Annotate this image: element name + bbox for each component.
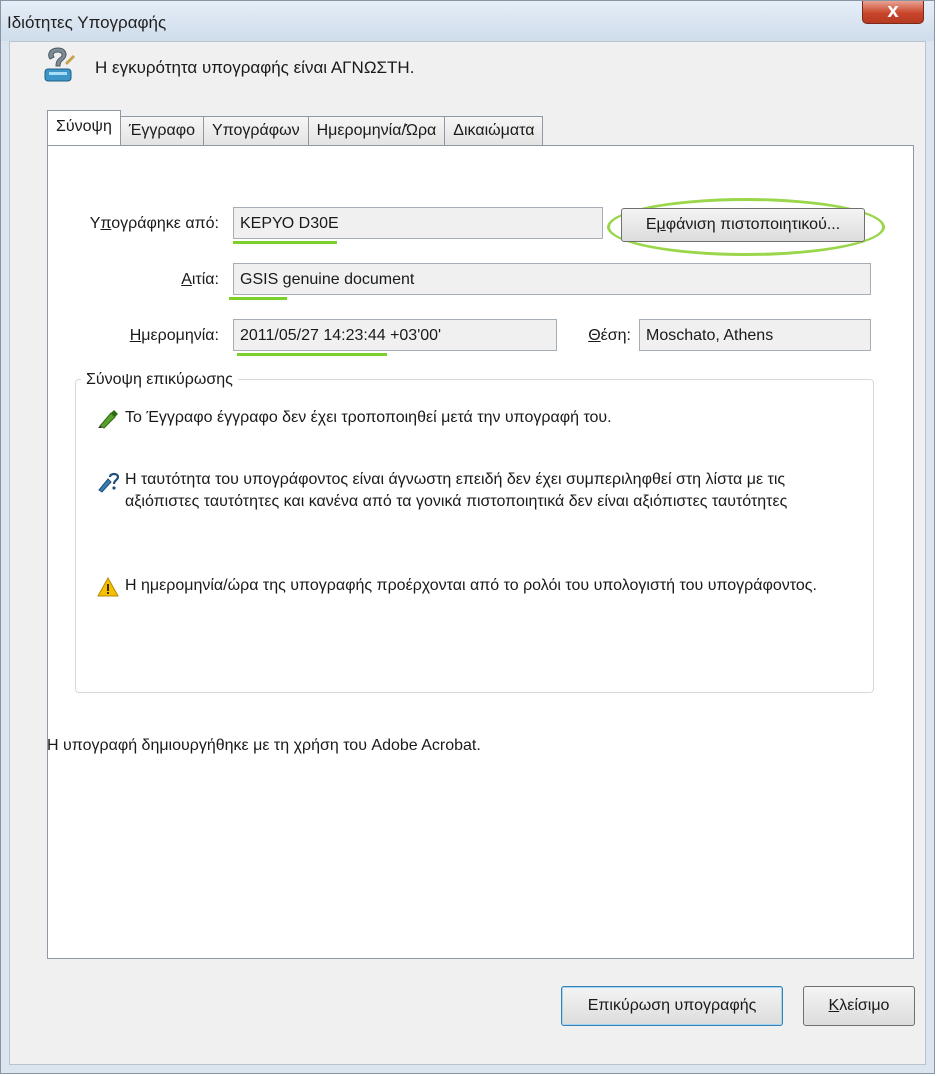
location-field[interactable]: Moschato, Athens xyxy=(639,319,871,351)
validity-item-identity: Η ταυτότητα του υπογράφοντος είναι άγνωσ… xyxy=(97,469,845,513)
tab-date-time[interactable]: Ημερομηνία/Ώρα xyxy=(307,116,446,145)
date-field[interactable]: 2011/05/27 14:23:44 +03'00' xyxy=(233,319,557,351)
tab-signer[interactable]: Υπογράφων xyxy=(203,116,309,145)
window-title: Ιδιότητες Υπογραφής xyxy=(7,13,167,32)
reason-field[interactable]: GSIS genuine document xyxy=(233,263,871,295)
validity-item-timestamp: Η ημερομηνία/ώρα της υπογραφής προέρχοντ… xyxy=(97,575,845,604)
window-close-button[interactable]: X xyxy=(862,1,924,24)
date-label: Ημερομηνία: xyxy=(129,327,219,344)
title-bar: Ιδιότητες Υπογραφής X xyxy=(1,1,934,41)
tab-summary[interactable]: Σύνοψη xyxy=(47,110,121,145)
tab-permissions[interactable]: Δικαιώματα xyxy=(444,116,544,145)
validity-item-document-text: Το Έγγραφο έγγραφο δεν έχει τροποποιηθεί… xyxy=(125,409,612,426)
reason-label: Αιτία: xyxy=(181,271,219,288)
show-certificate-button[interactable]: Εμφάνιση πιστοποιητικού... xyxy=(621,208,865,242)
location-label: Θέση: xyxy=(588,327,631,344)
signed-by-highlight xyxy=(233,241,337,244)
close-button[interactable]: Κλείσιμο xyxy=(803,986,915,1026)
validity-item-identity-text: Η ταυτότητα του υπογράφοντος είναι άγνωσ… xyxy=(125,471,788,510)
validity-item-timestamp-text: Η ημερομηνία/ώρα της υπογραφής προέρχοντ… xyxy=(125,577,817,594)
tab-strip: Σύνοψη Έγγραφο Υπογράφων Ημερομηνία/Ώρα … xyxy=(47,110,544,145)
reason-highlight xyxy=(229,297,287,300)
validity-summary-title: Σύνοψη επικύρωσης xyxy=(81,371,238,389)
pen-unknown-icon xyxy=(97,469,125,500)
date-highlight xyxy=(237,353,387,356)
validity-status: Η εγκυρότητα υπογραφής είναι ΑΓΝΩΣΤΗ. xyxy=(41,45,414,90)
created-with-note: Η υπογραφή δημιουργήθηκε με τη χρήση του… xyxy=(47,737,481,754)
validity-status-text: Η εγκυρότητα υπογραφής είναι ΑΓΝΩΣΤΗ. xyxy=(95,57,415,77)
pen-valid-icon xyxy=(97,407,125,436)
warning-icon xyxy=(97,575,125,604)
signature-unknown-icon xyxy=(41,45,75,90)
validity-item-document: Το Έγγραφο έγγραφο δεν έχει τροποποιηθεί… xyxy=(97,407,845,436)
signed-by-field[interactable]: ΚΕΡΥΟ D30E xyxy=(233,207,603,239)
signature-properties-window: Ιδιότητες Υπογραφής X Η εγκυρότητα υπογρ… xyxy=(0,0,935,1074)
close-icon: X xyxy=(887,3,899,21)
signed-by-label: Υπογράφηκε από: xyxy=(89,215,219,232)
tab-document[interactable]: Έγγραφο xyxy=(119,116,205,145)
validate-signature-button[interactable]: Επικύρωση υπογραφής xyxy=(561,986,783,1026)
